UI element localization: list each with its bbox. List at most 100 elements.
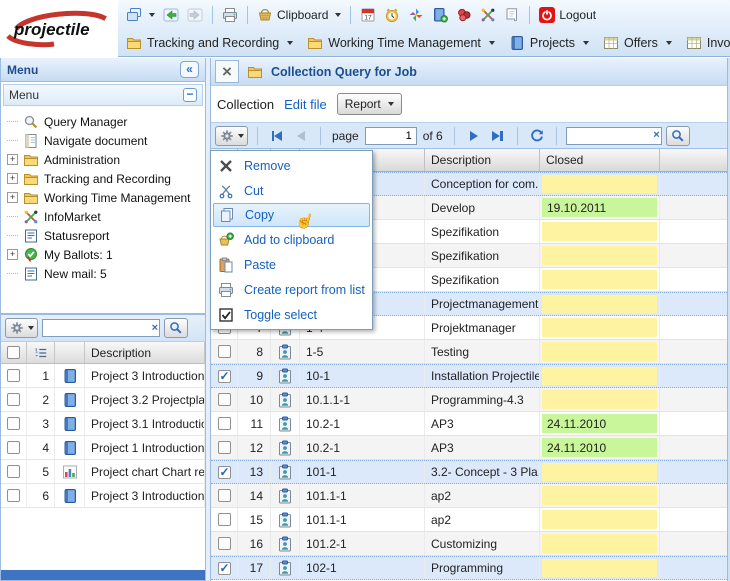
table-row[interactable]: 15101.1-1ap2 [211,508,727,532]
description-header-cell[interactable]: Description [425,149,540,171]
nav-menu-projects[interactable]: Projects [509,35,589,51]
row-checkbox[interactable] [7,489,20,502]
closed-cell [540,173,660,195]
table-actions-button[interactable] [215,126,248,146]
sidebar-item-my-ballots-1[interactable]: +My Ballots: 1 [1,245,205,264]
page-number-input[interactable] [365,127,417,145]
row-checkbox[interactable] [218,489,231,502]
nav-menu-invoices[interactable]: Invoices [686,35,730,51]
row-number-header-cell[interactable] [27,342,55,363]
shapes-button[interactable] [452,5,476,25]
row-checkbox[interactable] [218,417,231,430]
nav-menu-working-time-management[interactable]: Working Time Management [307,35,495,51]
calendar-button[interactable]: 17 [356,5,380,25]
table-row[interactable]: 1010.1.1-1Programming-4.3 [211,388,727,412]
edit-file-link[interactable]: Edit file [284,97,327,112]
menu-item-add-to-clipboard[interactable]: Add to clipboard [213,227,370,252]
expand-icon[interactable]: + [7,154,18,165]
row-checkbox[interactable] [218,370,231,383]
back-button[interactable] [159,5,183,25]
print-button[interactable] [218,5,242,25]
list-item[interactable]: 2Project 3.2 Projectplannin [1,388,205,412]
nav-menu-offers[interactable]: Offers [603,35,672,51]
table-row[interactable]: 16101.2-1Customizing [211,532,727,556]
table-row[interactable]: 1210.2-1AP324.11.2010 [211,436,727,460]
row-checkbox[interactable] [7,417,20,430]
row-checkbox[interactable] [7,465,20,478]
row-checkbox[interactable] [218,466,231,479]
table-row[interactable]: 910-1Installation Projectile [211,364,727,388]
table-search-input[interactable] [566,127,662,145]
sidebar-item-new-mail-5[interactable]: New mail: 5 [1,264,205,283]
closed-value [542,295,657,313]
table-row[interactable]: 17102-1Programming [211,556,727,580]
infomarket-button[interactable] [476,5,500,25]
last-page-button[interactable] [488,126,508,146]
sidebar-item-administration[interactable]: +Administration [1,150,205,169]
list-item[interactable]: 5Project chart Chart result [1,460,205,484]
next-page-button[interactable] [464,126,484,146]
description-header-cell[interactable]: Description [85,342,205,363]
sidebar-item-infomarket[interactable]: InfoMarket [1,207,205,226]
row-checkbox[interactable] [7,441,20,454]
job-description: Conception for com... [425,173,540,195]
select-all-checkbox[interactable] [7,346,20,359]
expand-icon[interactable]: + [7,192,18,203]
row-checkbox[interactable] [218,537,231,550]
list-item[interactable]: 6Project 3 Introduction Pro [1,484,205,508]
book-add-button[interactable] [428,5,452,25]
row-checkbox-cell [1,412,27,435]
job-icon [277,536,293,552]
report-button[interactable]: Report [337,93,402,115]
project-search-button[interactable] [164,318,188,338]
sidebar-item-query-manager[interactable]: Query Manager [1,112,205,131]
menu-item-paste[interactable]: Paste [213,252,370,277]
alarm-clock-button[interactable] [380,5,404,25]
sidebar-item-statusreport[interactable]: Statusreport [1,226,205,245]
row-type-cell [271,557,300,579]
table-search-button[interactable] [666,126,690,146]
row-checkbox[interactable] [7,393,20,406]
project-search-input[interactable] [42,319,160,337]
menu-item-toggle-select[interactable]: Toggle select [213,302,370,327]
menu-item-copy[interactable]: Copy☝ [213,203,370,227]
row-checkbox[interactable] [218,562,231,575]
list-item[interactable]: 4Project 1 Introduction Pro [1,436,205,460]
expand-icon[interactable]: + [7,173,18,184]
list-item[interactable]: 3Project 3.1 Introduction A [1,412,205,436]
clear-search-icon[interactable]: × [152,323,158,334]
logout-button[interactable]: Logout [535,5,600,25]
menu-minimize-button[interactable]: − [183,88,197,102]
list-item[interactable]: 1Project 3 Introduction Pro [1,364,205,388]
sidebar-item-working-time-management[interactable]: +Working Time Management [1,188,205,207]
table-row[interactable]: 1110.2-1AP324.11.2010 [211,412,727,436]
previous-page-button[interactable] [291,126,311,146]
row-checkbox[interactable] [218,513,231,526]
forward-button[interactable] [183,5,207,25]
sidebar-collapse-button[interactable]: « [180,61,199,78]
row-checkbox[interactable] [218,441,231,454]
menu-item-create-report-from-list[interactable]: Create report from list [213,277,370,302]
row-checkbox[interactable] [218,345,231,358]
pinwheel-button[interactable] [404,5,428,25]
list-actions-button[interactable] [5,318,38,338]
sidebar-item-navigate-document[interactable]: Navigate document [1,131,205,150]
table-row[interactable]: 81-5Testing [211,340,727,364]
expand-icon[interactable]: + [7,249,18,260]
table-row[interactable]: 14101.1-1ap2 [211,484,727,508]
first-page-button[interactable] [267,126,287,146]
window-stack-button[interactable] [122,5,159,25]
table-row[interactable]: 13101-13.2- Concept - 3 Pla... [211,460,727,484]
nav-menu-tracking-and-recording[interactable]: Tracking and Recording [126,35,293,51]
menu-item-remove[interactable]: Remove [213,153,370,178]
closed-header-cell[interactable]: Closed [540,149,660,171]
refresh-button[interactable] [527,126,547,146]
sidebar-item-tracking-and-recording[interactable]: +Tracking and Recording [1,169,205,188]
close-tab-button[interactable]: × [215,60,239,83]
menu-item-cut[interactable]: Cut [213,178,370,203]
clipboard-button[interactable]: Clipboard [253,5,345,25]
clear-search-icon[interactable]: × [653,130,659,141]
scroll-button[interactable] [500,5,524,25]
row-checkbox[interactable] [218,393,231,406]
row-checkbox[interactable] [7,369,20,382]
